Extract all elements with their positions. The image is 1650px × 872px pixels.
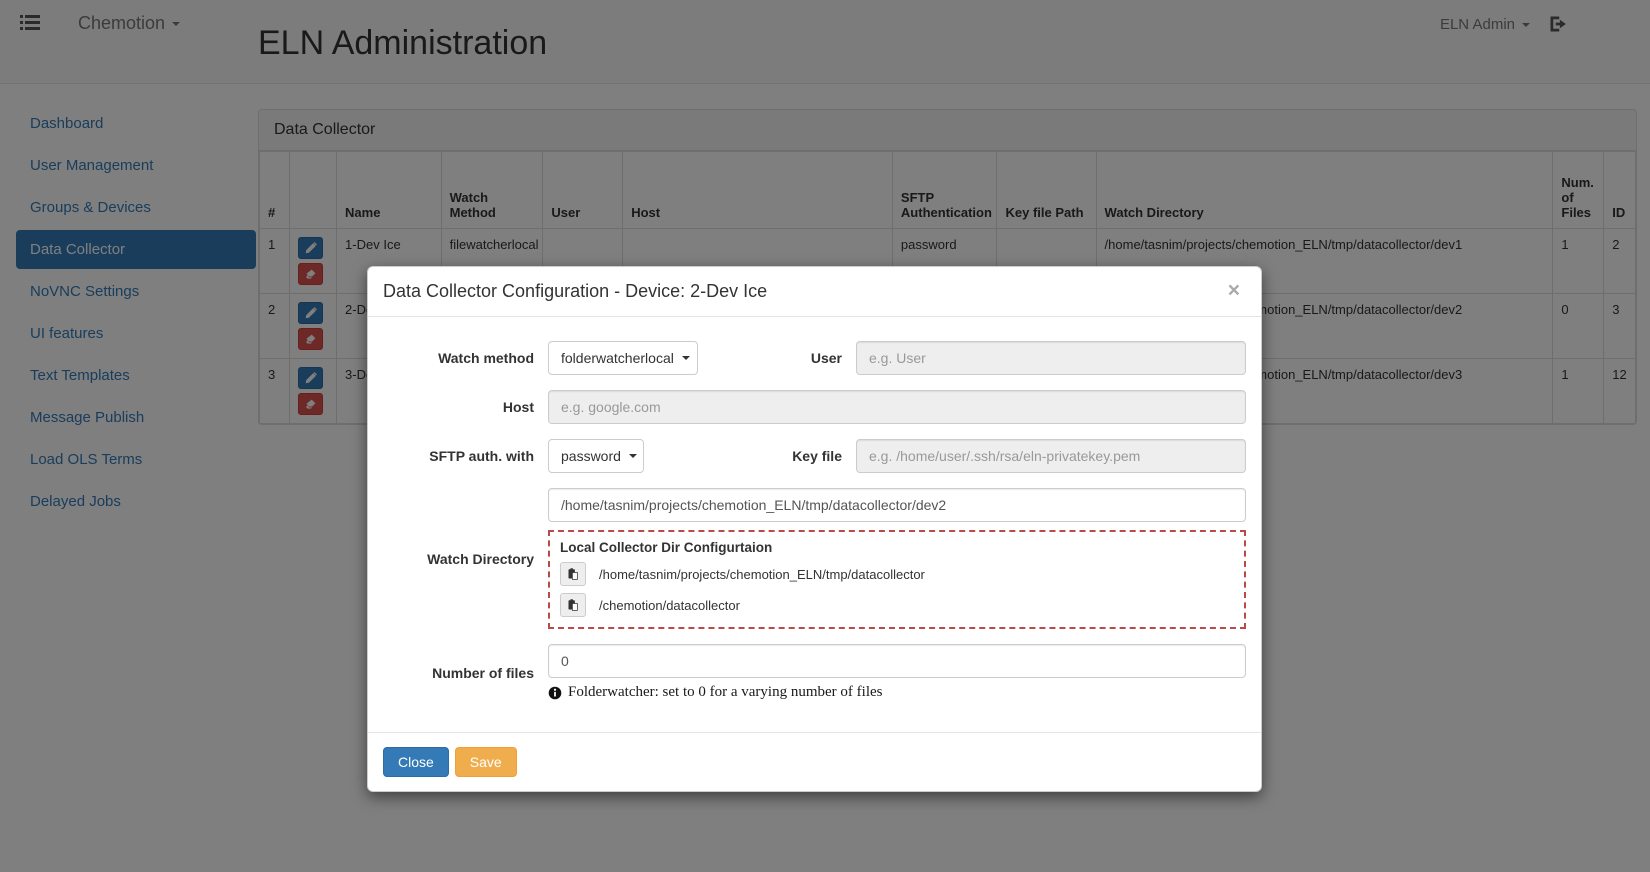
watch-method-value: folderwatcherlocal (561, 350, 674, 366)
key-file-input[interactable] (856, 439, 1246, 473)
chevron-down-icon (681, 356, 690, 360)
local-collector-config-box: Local Collector Dir Configurtaion /home/… (548, 530, 1246, 629)
save-button[interactable]: Save (454, 747, 517, 777)
sftp-auth-value: password (561, 448, 621, 464)
folderwatcher-hint-text: Folderwatcher: set to 0 for a varying nu… (568, 684, 883, 700)
sftp-auth-row: SFTP auth. with password Key file (383, 439, 1246, 473)
number-of-files-input[interactable] (548, 644, 1246, 678)
modal-title: Data Collector Configuration - Device: 2… (383, 281, 768, 301)
local-path-row: /chemotion/datacollector (560, 593, 1234, 617)
host-label: Host (502, 399, 534, 415)
number-of-files-group: Folderwatcher: set to 0 for a varying nu… (548, 644, 1246, 701)
copy-path-button[interactable] (560, 562, 586, 586)
local-collector-config-title: Local Collector Dir Configurtaion (560, 540, 773, 555)
local-path-text: /home/tasnim/projects/chemotion_ELN/tmp/… (599, 566, 925, 582)
watch-method-row: Watch method folderwatcherlocal User (383, 341, 1246, 375)
modal-body: Watch method folderwatcherlocal User Hos… (368, 317, 1261, 726)
local-path-text: /chemotion/datacollector (599, 597, 740, 613)
user-label: User (810, 350, 842, 366)
modal-footer: Close Save (368, 732, 1261, 791)
paste-icon (568, 599, 578, 611)
info-circle-icon (548, 686, 562, 699)
sftp-auth-dropdown[interactable]: password (548, 439, 644, 473)
chevron-down-icon (628, 454, 637, 458)
watch-directory-input[interactable] (548, 488, 1246, 522)
folderwatcher-hint: Folderwatcher: set to 0 for a varying nu… (548, 684, 1246, 701)
watch-directory-label: Watch Directory (427, 550, 534, 567)
close-button[interactable]: Close (383, 747, 449, 777)
key-file-label: Key file (792, 448, 842, 464)
host-input[interactable] (548, 390, 1246, 424)
copy-path-button[interactable] (560, 593, 586, 617)
modal-header: Data Collector Configuration - Device: 2… (368, 267, 1261, 317)
watch-directory-group: Local Collector Dir Configurtaion /home/… (548, 488, 1246, 629)
watch-method-label: Watch method (438, 350, 534, 366)
sftp-auth-label: SFTP auth. with (429, 448, 534, 464)
host-row: Host (383, 390, 1246, 424)
local-path-row: /home/tasnim/projects/chemotion_ELN/tmp/… (560, 562, 1234, 586)
watch-directory-row: Watch Directory Local Collector Dir Conf… (383, 488, 1246, 629)
data-collector-modal: Data Collector Configuration - Device: 2… (367, 266, 1262, 792)
watch-method-dropdown[interactable]: folderwatcherlocal (548, 341, 698, 375)
screen: Chemotion ELN Administration ELN Admin D… (0, 0, 1650, 872)
close-icon[interactable]: × (1222, 279, 1246, 302)
number-of-files-row: Number of files Folderwatcher: set to 0 … (383, 644, 1246, 701)
number-of-files-label: Number of files (432, 664, 534, 681)
user-input[interactable] (856, 341, 1246, 375)
paste-icon (568, 568, 578, 580)
